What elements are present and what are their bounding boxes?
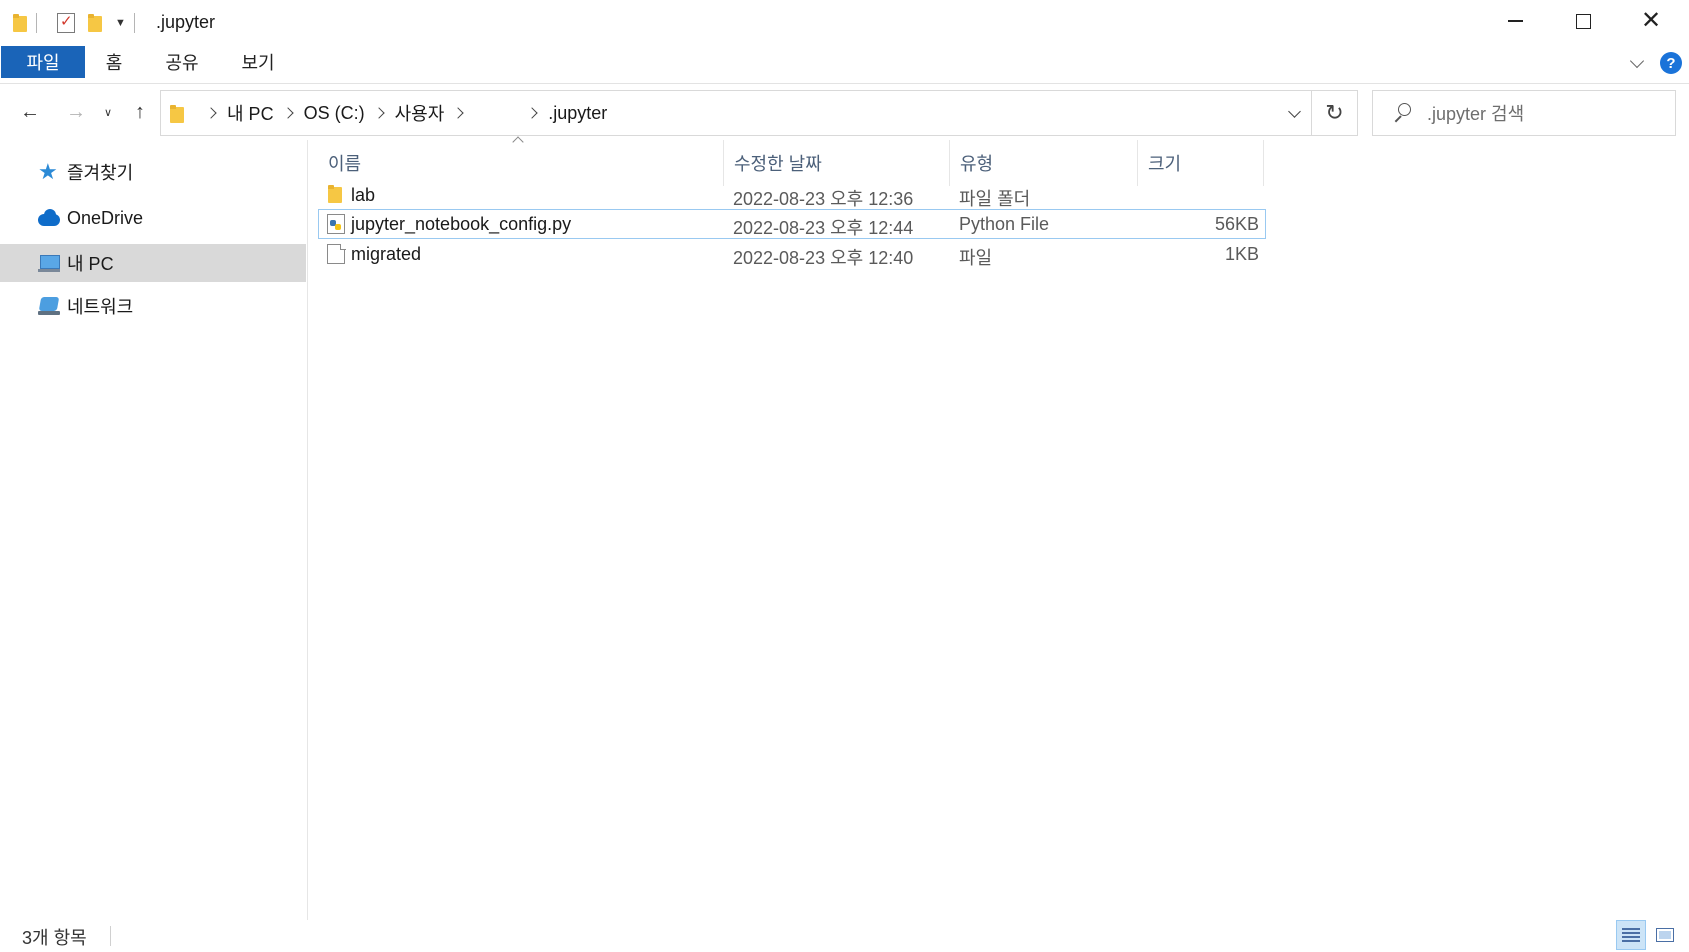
column-header-label: 유형 — [960, 154, 994, 174]
file-size: 1KB — [1224, 244, 1259, 264]
quick-access-toolbar: ▼ — [12, 10, 143, 36]
python-file-icon — [327, 214, 345, 234]
status-bar: 3개 항목 — [0, 920, 1689, 952]
ribbon-tabs: 파일 홈 공유 보기 ? — [0, 42, 1689, 84]
search-input[interactable] — [1427, 101, 1663, 127]
large-icons-view-icon — [1656, 928, 1674, 942]
recent-locations-button[interactable]: ∨ — [100, 98, 116, 126]
file-size: 56KB — [1214, 214, 1259, 234]
breadcrumb-chevron-icon[interactable] — [452, 107, 464, 119]
file-row[interactable]: lab 2022-08-23 오후 12:36 파일 폴더 — [318, 180, 1266, 210]
search-icon — [1393, 103, 1411, 121]
arrow-left-icon: ← — [20, 100, 40, 123]
breadcrumb-item-drive[interactable]: OS (C:) — [304, 103, 365, 124]
chevron-down-icon: ∨ — [103, 106, 113, 119]
up-button[interactable]: ↑ — [126, 98, 154, 126]
close-icon: ✕ — [1640, 7, 1662, 34]
tab-share[interactable]: 공유 — [160, 46, 204, 78]
file-date: 2022-08-23 오후 12:40 — [733, 248, 914, 268]
search-box[interactable] — [1372, 90, 1676, 136]
file-icon — [327, 243, 346, 264]
item-count: 3개 항목 — [22, 928, 87, 948]
details-view-icon — [1622, 928, 1640, 942]
expand-ribbon-chevron-icon[interactable] — [1630, 56, 1644, 70]
close-button[interactable]: ✕ — [1617, 0, 1685, 42]
nav-item-quick-access[interactable]: ★ 즐겨찾기 — [0, 153, 306, 191]
refresh-button[interactable]: ↻ — [1312, 90, 1358, 136]
help-icon[interactable]: ? — [1660, 52, 1682, 74]
arrow-up-icon: ↑ — [135, 100, 145, 123]
folder-icon — [169, 105, 185, 123]
address-history-dropdown-icon[interactable] — [1277, 91, 1311, 135]
minimize-button[interactable] — [1481, 0, 1549, 42]
maximize-icon — [1575, 13, 1591, 29]
computer-icon — [38, 253, 60, 273]
breadcrumb-item-current[interactable]: .jupyter — [548, 103, 607, 124]
tab-home[interactable]: 홈 — [96, 46, 132, 78]
file-row[interactable]: migrated 2022-08-23 오후 12:40 파일 1KB — [318, 239, 1266, 269]
star-icon: ★ — [38, 159, 58, 184]
refresh-icon: ↻ — [1325, 100, 1344, 125]
title-bar: ▼ .jupyter ✕ — [0, 0, 1689, 42]
nav-item-onedrive[interactable]: OneDrive — [0, 199, 306, 237]
file-type: Python File — [959, 214, 1050, 234]
breadcrumb-chevron-icon[interactable] — [372, 107, 385, 119]
breadcrumb-chevron-icon[interactable] — [205, 107, 217, 119]
properties-icon[interactable] — [57, 12, 75, 33]
minimize-icon — [1507, 20, 1523, 22]
large-icons-view-button[interactable] — [1650, 920, 1680, 950]
file-name: jupyter_notebook_config.py — [351, 214, 572, 234]
nav-item-label: 네트워크 — [67, 297, 134, 317]
customize-toolbar-dropdown-icon[interactable]: ▼ — [115, 17, 126, 29]
forward-button[interactable]: → — [62, 98, 90, 126]
file-type: 파일 폴더 — [959, 189, 1031, 209]
navigation-bar: ← → ∨ ↑ 내 PC OS (C:) 사용자 .jupyter ↻ — [0, 84, 1689, 140]
status-divider — [110, 926, 111, 946]
breadcrumb-chevron-icon[interactable] — [281, 107, 294, 119]
nav-item-label: OneDrive — [67, 207, 144, 228]
arrow-right-icon: → — [66, 100, 86, 123]
nav-item-label: 내 PC — [67, 254, 114, 274]
file-list: 이름 수정한 날짜 유형 크기 lab 2022-08-23 오후 12:36 … — [318, 136, 1678, 920]
column-header-label: 이름 — [328, 154, 362, 174]
file-type: 파일 — [959, 248, 993, 268]
cloud-icon — [38, 208, 60, 228]
nav-item-label: 즐겨찾기 — [67, 163, 134, 183]
file-name: migrated — [351, 244, 422, 264]
details-view-button[interactable] — [1616, 920, 1646, 950]
folder-icon — [12, 14, 28, 32]
column-header-label: 수정한 날짜 — [734, 154, 822, 174]
navigation-pane: ★ 즐겨찾기 OneDrive 내 PC 네트워크 — [0, 140, 308, 920]
file-row[interactable]: jupyter_notebook_config.py 2022-08-23 오후… — [318, 209, 1266, 239]
tab-view[interactable]: 보기 — [236, 46, 280, 78]
folder-icon — [327, 185, 345, 205]
back-button[interactable]: ← — [16, 98, 44, 126]
file-name: lab — [351, 185, 376, 205]
nav-item-network[interactable]: 네트워크 — [0, 287, 306, 325]
toolbar-divider — [133, 13, 135, 33]
new-folder-icon[interactable] — [87, 14, 103, 32]
toolbar-divider — [36, 13, 37, 33]
breadcrumb-item-users[interactable]: 사용자 — [395, 100, 445, 126]
column-header-label: 크기 — [1148, 154, 1182, 174]
breadcrumb: 내 PC OS (C:) 사용자 .jupyter — [197, 91, 607, 135]
file-date: 2022-08-23 오후 12:44 — [733, 218, 914, 238]
tab-file[interactable]: 파일 — [1, 46, 85, 78]
nav-item-this-pc[interactable]: 내 PC — [0, 244, 306, 282]
file-date: 2022-08-23 오후 12:36 — [733, 189, 914, 209]
address-bar[interactable]: 내 PC OS (C:) 사용자 .jupyter — [160, 90, 1312, 136]
window-title: .jupyter — [156, 12, 216, 32]
breadcrumb-chevron-icon[interactable] — [526, 107, 538, 119]
breadcrumb-item-this-pc[interactable]: 내 PC — [227, 100, 274, 126]
maximize-button[interactable] — [1549, 0, 1617, 42]
network-icon — [38, 296, 60, 316]
